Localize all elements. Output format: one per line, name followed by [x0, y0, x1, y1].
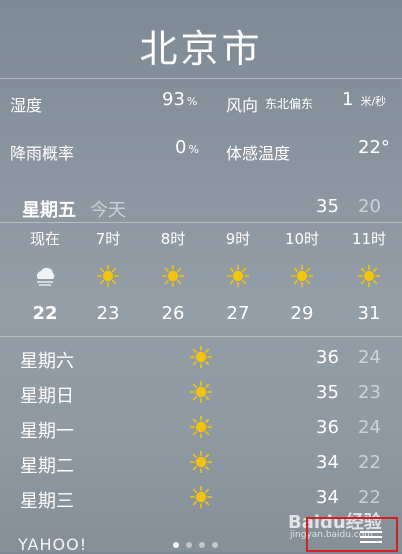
daily-row: 星期二 34 22: [0, 450, 402, 485]
divider: [0, 78, 402, 79]
hour-column: 9时 27: [207, 228, 269, 324]
sun-icon: [207, 261, 269, 291]
hour-label: 10时: [284, 230, 320, 248]
hour-label: 9时: [225, 230, 251, 248]
wind-direction: 东北偏东: [265, 97, 314, 111]
hour-temp: 27: [226, 303, 250, 324]
hour-column: 8时 26: [142, 228, 204, 324]
feels-like-label: 体感温度: [226, 144, 291, 163]
day-name: 星期六: [20, 351, 74, 372]
hour-temp: 22: [32, 303, 58, 324]
day-low: 24: [358, 347, 381, 368]
day-name: 星期三: [20, 491, 74, 512]
sun-icon: [189, 415, 213, 442]
hour-temp: 26: [161, 303, 185, 324]
humidity-label: 湿度: [10, 96, 43, 115]
sun-icon: [338, 261, 400, 291]
humidity-value: 93%: [162, 89, 198, 110]
sun-icon: [189, 380, 213, 407]
hour-column: 7时 23: [77, 228, 139, 324]
day-high: 35: [316, 382, 339, 403]
day-name: 星期一: [20, 421, 74, 442]
sun-icon: [189, 345, 213, 372]
page-indicator[interactable]: [173, 542, 218, 548]
day-low: 24: [358, 417, 381, 438]
hour-temp: 31: [357, 303, 381, 324]
feels-like-value: 22°: [358, 137, 390, 158]
sun-icon: [271, 261, 333, 291]
day-high: 34: [316, 452, 339, 473]
hour-column: 现在 22: [14, 228, 76, 324]
today-label: 今天: [90, 200, 126, 221]
rain-chance-label: 降雨概率: [10, 144, 75, 163]
hour-temp: 23: [96, 303, 120, 324]
page-dot: [199, 542, 205, 548]
day-name: 星期二: [20, 456, 74, 477]
day-low: 22: [358, 487, 381, 508]
hour-temp: 29: [290, 303, 314, 324]
hour-label: 7时: [95, 230, 121, 248]
sun-icon: [77, 261, 139, 291]
day-high: 34: [316, 487, 339, 508]
today-high: 35: [316, 196, 339, 217]
hour-label: 8时: [160, 230, 186, 248]
daily-row: 星期日 35 23: [0, 380, 402, 415]
sun-icon: [142, 261, 204, 291]
highlight-box: [306, 517, 398, 552]
divider: [0, 222, 402, 223]
today-day: 星期五: [22, 200, 76, 221]
daily-row: 星期六 36 24: [0, 345, 402, 380]
day-name: 星期日: [20, 386, 74, 407]
city-name: 北京市: [139, 27, 263, 71]
hour-column: 11时 31: [338, 228, 400, 324]
sun-icon: [189, 450, 213, 477]
today-low: 20: [358, 196, 381, 217]
hour-label: 现在: [29, 230, 60, 248]
day-high: 36: [316, 347, 339, 368]
page-dot: [212, 542, 218, 548]
sun-icon: [189, 485, 213, 512]
page-dot-active: [173, 542, 179, 548]
day-low: 22: [358, 452, 381, 473]
page-dot: [186, 542, 192, 548]
hour-label: 11时: [351, 230, 387, 248]
rain-chance-value: 0%: [175, 137, 199, 158]
cloud-icon: [14, 261, 76, 291]
hour-column: 10时 29: [271, 228, 333, 324]
wind-value: 1 米/秒: [342, 89, 387, 110]
day-high: 36: [316, 417, 339, 438]
daily-row: 星期一 36 24: [0, 415, 402, 450]
yahoo-logo[interactable]: YAHOO!: [18, 535, 87, 554]
day-low: 23: [358, 382, 381, 403]
divider: [0, 336, 402, 337]
wind-label: 风向: [226, 96, 259, 115]
